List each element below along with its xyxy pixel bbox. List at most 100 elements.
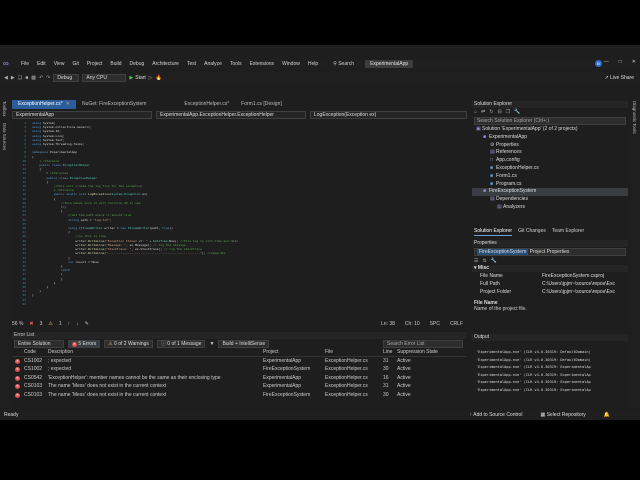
menu-analyze[interactable]: Analyze xyxy=(200,61,226,67)
menu-build[interactable]: Build xyxy=(106,61,125,67)
header-description[interactable]: Description xyxy=(48,349,263,355)
property-row-project-folder[interactable]: Project Folder C:\Users\jpjm~\source\repo… xyxy=(472,288,628,296)
forward-icon[interactable]: ▶ xyxy=(11,75,15,81)
new-file-icon[interactable]: ❏ xyxy=(18,75,22,81)
error-row[interactable]: ✕ CS1002 ; expected ExperimentalApp Exceptio… xyxy=(12,357,467,366)
menu-test[interactable]: Test xyxy=(183,61,200,67)
class-dropdown[interactable]: ExperimentalApp.ExceptionHelper.Exceptio… xyxy=(156,111,306,119)
property-row-full-path[interactable]: Full Path C:\Users\jpjm~\source\repos\Exc xyxy=(472,280,628,288)
close-icon[interactable]: ✕ xyxy=(632,59,636,65)
error-row[interactable]: ✕ CS1002 ; expected FireExceptionSystem Exce… xyxy=(12,365,467,374)
tree-item[interactable]: ■ FireExceptionSystem xyxy=(472,188,628,197)
messages-filter-button[interactable]: ⓘ 0 of 1 Message xyxy=(156,339,206,348)
configuration-select[interactable]: Debug xyxy=(53,74,80,82)
tab-nuget[interactable]: NuGet: FireExceptionSystem xyxy=(76,100,152,109)
errors-filter-button[interactable]: ✕ 5 Errors xyxy=(68,339,101,348)
platform-select[interactable]: Any CPU xyxy=(82,74,127,82)
live-share-button[interactable]: ↗ Live Share xyxy=(605,75,635,81)
solution-search-input[interactable]: Search Solution Explorer (Ctrl+;) xyxy=(474,117,626,125)
warning-icon[interactable]: ⚠ xyxy=(48,321,52,327)
wrench-icon[interactable]: 🔧 xyxy=(491,258,497,264)
code-text[interactable]: using System; using System.Collections.G… xyxy=(32,121,238,298)
line-ending-indicator[interactable]: CRLF xyxy=(450,321,463,327)
alphabetical-icon[interactable]: ⇅ xyxy=(482,258,486,264)
refresh-icon[interactable]: ↻ xyxy=(489,109,493,115)
menu-edit[interactable]: Edit xyxy=(33,61,50,67)
start-button[interactable]: ▶ Start xyxy=(129,75,145,81)
tree-item[interactable]: ■ ExperimentalApp xyxy=(472,134,628,142)
tree-item[interactable]: ■ ExceptionHelper.cs xyxy=(472,165,628,173)
tree-item[interactable]: ■ Form1.cs xyxy=(472,173,628,181)
project-dropdown[interactable]: ExperimentalApp xyxy=(12,111,152,119)
tree-item[interactable]: □ App.config xyxy=(472,157,628,165)
menu-git[interactable]: Git xyxy=(68,61,82,67)
home-icon[interactable]: ⌂ xyxy=(474,109,477,115)
run-without-debug-icon[interactable]: ▷ xyxy=(149,75,153,81)
tree-item[interactable]: ▣Solution 'ExperimentalApp' (2 of 2 proj… xyxy=(472,126,628,134)
member-dropdown[interactable]: LogException(Exception ex) xyxy=(310,111,467,119)
tab-exceptionhelper-active[interactable]: ExceptionHelper.cs* ✕ xyxy=(12,100,76,109)
properties-object-select[interactable]: FireExceptionSystem Project Properties xyxy=(474,248,626,256)
toolbox-tab[interactable]: Toolbox xyxy=(2,101,7,117)
data-sources-tab[interactable]: Data Sources xyxy=(2,123,7,150)
undo-icon[interactable]: ↶ xyxy=(39,75,43,81)
nav-down-icon[interactable]: ↓ xyxy=(76,321,79,327)
collapse-icon[interactable]: ⊟ xyxy=(497,109,501,115)
menu-architecture[interactable]: Architecture xyxy=(148,61,183,67)
notifications-icon[interactable]: 🔔 xyxy=(604,412,610,418)
filter-icon[interactable]: ▼ xyxy=(209,341,214,347)
tree-item[interactable]: ■ Program.cs xyxy=(472,181,628,189)
tree-item[interactable]: ▤Dependencies xyxy=(472,196,628,204)
warnings-filter-button[interactable]: ⚠ 0 of 2 Warnings xyxy=(104,339,153,348)
search-button[interactable]: ⚲ Search xyxy=(330,61,357,67)
menu-window[interactable]: Window xyxy=(278,61,304,67)
header-project[interactable]: Project xyxy=(263,349,325,355)
error-row[interactable]: ✕ CS0103 The name 'Mess' does not exist in… xyxy=(12,382,467,391)
tree-item[interactable]: ▤Analyzers xyxy=(472,204,628,212)
error-row[interactable]: ✕ CS0542 'ExceptionHelper': member names c… xyxy=(12,374,467,383)
tree-item[interactable]: ⚙ Properties xyxy=(472,142,628,150)
select-repository-button[interactable]: ▦ Select Repository xyxy=(540,412,585,418)
error-count-icon[interactable]: ✖ xyxy=(29,321,33,327)
tab-form1-design[interactable]: Form1.cs [Design] xyxy=(235,100,288,109)
build-filter-dropdown[interactable]: Build + IntelliSense xyxy=(218,339,270,348)
avatar[interactable]: B xyxy=(595,60,602,67)
whitespace-indicator[interactable]: SPC xyxy=(430,321,440,327)
column-indicator[interactable]: Ch: 10 xyxy=(405,321,420,327)
tree-item[interactable]: ▤References xyxy=(472,149,628,157)
menu-help[interactable]: Help xyxy=(304,61,322,67)
nav-up-icon[interactable]: ↑ xyxy=(68,321,71,327)
property-row-file-name[interactable]: File Name FireExceptionSystem.csproj xyxy=(472,272,628,280)
tab-exceptionhelper[interactable]: ExceptionHelper.cs* xyxy=(178,100,235,109)
scope-dropdown[interactable]: Entire Solution xyxy=(14,339,64,348)
code-editor[interactable]: 1 2 3 4 5 6 7 8 9 10 11 12 13 14 15 16 1… xyxy=(12,120,467,316)
save-icon[interactable]: ■ xyxy=(25,75,28,81)
close-icon[interactable]: ✕ xyxy=(66,101,70,107)
switch-views-icon[interactable]: ⇄ xyxy=(481,109,485,115)
minimize-icon[interactable]: — xyxy=(604,59,609,65)
add-to-source-control-button[interactable]: ↑ Add to Source Control xyxy=(470,412,523,418)
header-line[interactable]: Line xyxy=(383,349,397,355)
properties-group-misc[interactable]: ▾ Misc xyxy=(472,265,628,272)
properties-icon[interactable]: 🔧 xyxy=(514,109,520,115)
error-list-search-input[interactable]: Search Error List xyxy=(383,339,463,348)
menu-debug[interactable]: Debug xyxy=(126,61,149,67)
save-all-icon[interactable]: ▩ xyxy=(31,75,36,81)
back-icon[interactable]: ◀ xyxy=(4,75,8,81)
menu-extensions[interactable]: Extensions xyxy=(246,61,278,67)
header-code[interactable]: Code xyxy=(24,349,48,355)
tab-git-changes[interactable]: Git Changes xyxy=(518,228,546,236)
menu-file[interactable]: File xyxy=(17,61,33,67)
line-indicator[interactable]: Ln: 38 xyxy=(381,321,395,327)
tab-team-explorer[interactable]: Team Explorer xyxy=(552,228,584,236)
header-file[interactable]: File xyxy=(325,349,383,355)
hot-reload-icon[interactable]: 🔥 xyxy=(156,75,162,81)
menu-tools[interactable]: Tools xyxy=(226,61,246,67)
tab-solution-explorer[interactable]: Solution Explorer xyxy=(474,228,513,236)
redo-icon[interactable]: ↷ xyxy=(46,75,50,81)
show-all-files-icon[interactable]: ❐ xyxy=(506,109,510,115)
diagnostic-tools-tab[interactable]: Diagnostic Tools xyxy=(632,101,637,134)
error-row[interactable]: ✕ CS0103 The name 'Mess' does not exist in… xyxy=(12,391,467,400)
zoom-level[interactable]: 56 % xyxy=(12,321,23,327)
header-suppression[interactable]: Suppression State xyxy=(397,349,447,355)
